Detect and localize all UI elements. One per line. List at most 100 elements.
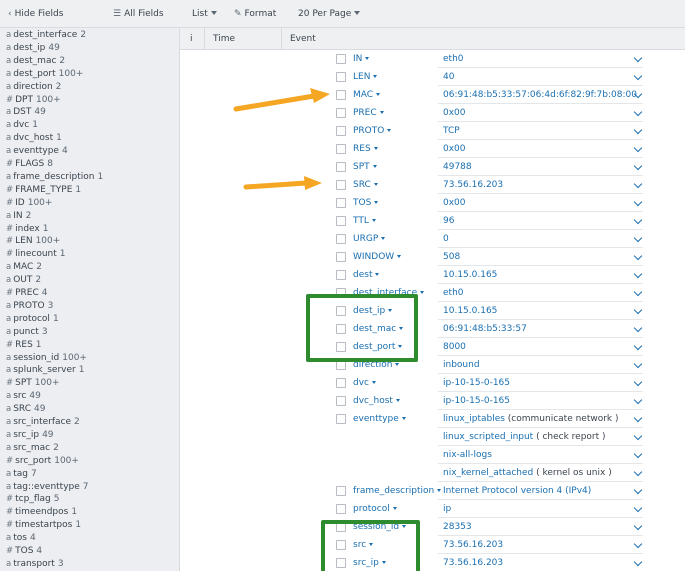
field-value[interactable]: 49788 bbox=[443, 158, 472, 176]
field-select-checkbox[interactable] bbox=[336, 90, 346, 100]
sidebar-field[interactable]: a session_id 100+ bbox=[6, 352, 87, 364]
chevron-down-icon[interactable] bbox=[633, 413, 643, 423]
field-value[interactable]: 8000 bbox=[443, 338, 466, 356]
sidebar-field[interactable]: # DPT 100+ bbox=[6, 94, 61, 106]
field-key-dropdown[interactable]: dvc_host bbox=[353, 392, 400, 410]
field-value[interactable]: ip bbox=[443, 500, 451, 518]
chevron-down-icon[interactable] bbox=[633, 71, 643, 81]
sidebar-field[interactable]: # TOS 4 bbox=[6, 545, 42, 557]
chevron-down-icon[interactable] bbox=[633, 395, 643, 405]
sidebar-field[interactable]: a direction 2 bbox=[6, 81, 61, 93]
field-value[interactable]: 40 bbox=[443, 68, 454, 86]
chevron-down-icon[interactable] bbox=[633, 449, 643, 459]
field-value[interactable]: 508 bbox=[443, 248, 460, 266]
sidebar-field[interactable]: # index 1 bbox=[6, 223, 48, 235]
chevron-down-icon[interactable] bbox=[633, 251, 643, 261]
sidebar-field[interactable]: a PROTO 3 bbox=[6, 300, 53, 312]
field-value[interactable]: eth0 bbox=[443, 50, 464, 68]
sidebar-field[interactable]: a dest_port 100+ bbox=[6, 68, 83, 80]
field-select-checkbox[interactable] bbox=[336, 54, 346, 64]
field-key-dropdown[interactable]: TTL bbox=[353, 212, 376, 230]
sidebar-field[interactable]: # FLAGS 8 bbox=[6, 158, 53, 170]
sidebar-field[interactable]: # PREC 4 bbox=[6, 287, 48, 299]
chevron-down-icon[interactable] bbox=[633, 377, 643, 387]
sidebar-field[interactable]: # timestartpos 1 bbox=[6, 519, 81, 531]
chevron-down-icon[interactable] bbox=[633, 557, 643, 567]
sidebar-field[interactable]: a DST 49 bbox=[6, 106, 46, 118]
field-key-dropdown[interactable]: WINDOW bbox=[353, 248, 402, 266]
field-key-dropdown[interactable]: IN bbox=[353, 50, 370, 68]
chevron-down-icon[interactable] bbox=[633, 521, 643, 531]
field-key-dropdown[interactable]: frame_description bbox=[353, 482, 442, 500]
sidebar-field[interactable]: a dvc 1 bbox=[6, 119, 38, 131]
field-key-dropdown[interactable]: SPT bbox=[353, 158, 377, 176]
hide-fields-button[interactable]: ‹ Hide Fields bbox=[8, 0, 63, 28]
field-key-dropdown[interactable]: LEN bbox=[353, 68, 378, 86]
field-value[interactable]: inbound bbox=[443, 356, 480, 374]
list-view-dropdown[interactable]: List bbox=[192, 0, 217, 28]
sidebar-field[interactable]: a tag 7 bbox=[6, 468, 37, 480]
field-key-dropdown[interactable]: TOS bbox=[353, 194, 379, 212]
sidebar-field[interactable]: # SPT 100+ bbox=[6, 377, 60, 389]
chevron-down-icon[interactable] bbox=[633, 485, 643, 495]
chevron-down-icon[interactable] bbox=[633, 53, 643, 63]
field-select-checkbox[interactable] bbox=[336, 378, 346, 388]
field-key-dropdown[interactable]: dest bbox=[353, 266, 380, 284]
field-select-checkbox[interactable] bbox=[336, 126, 346, 136]
sidebar-field[interactable]: a SRC 49 bbox=[6, 403, 45, 415]
field-key-dropdown[interactable]: protocol bbox=[353, 500, 397, 518]
field-value[interactable]: Internet Protocol version 4 (IPv4) bbox=[443, 482, 591, 500]
field-key-dropdown[interactable]: eventtype bbox=[353, 410, 406, 428]
chevron-down-icon[interactable] bbox=[633, 323, 643, 333]
chevron-down-icon[interactable] bbox=[633, 269, 643, 279]
field-key-dropdown[interactable]: SRC bbox=[353, 176, 378, 194]
field-value[interactable]: nix-all-logs bbox=[443, 446, 492, 464]
sidebar-field[interactable]: # timeendpos 1 bbox=[6, 506, 77, 518]
sidebar-field[interactable]: a dest_ip 49 bbox=[6, 42, 60, 54]
field-select-checkbox[interactable] bbox=[336, 72, 346, 82]
field-value[interactable]: nix_kernel_attached ( kernel os unix ) bbox=[443, 464, 612, 482]
sidebar-field[interactable]: a tag::eventtype 7 bbox=[6, 481, 89, 493]
chevron-down-icon[interactable] bbox=[633, 215, 643, 225]
field-key-dropdown[interactable]: PREC bbox=[353, 104, 384, 122]
sidebar-field[interactable]: # linecount 1 bbox=[6, 248, 66, 260]
sidebar-field[interactable]: a punct 3 bbox=[6, 326, 48, 338]
chevron-down-icon[interactable] bbox=[633, 143, 643, 153]
sidebar-field[interactable]: # src_port 100+ bbox=[6, 455, 79, 467]
field-value[interactable]: linux_scripted_input ( check report ) bbox=[443, 428, 606, 446]
sidebar-field[interactable]: # RES 1 bbox=[6, 339, 42, 351]
chevron-down-icon[interactable] bbox=[633, 125, 643, 135]
field-select-checkbox[interactable] bbox=[336, 108, 346, 118]
chevron-down-icon[interactable] bbox=[633, 539, 643, 549]
field-select-checkbox[interactable] bbox=[336, 180, 346, 190]
chevron-down-icon[interactable] bbox=[633, 431, 643, 441]
sidebar-field[interactable]: a IN 2 bbox=[6, 210, 31, 222]
field-value[interactable]: TCP bbox=[443, 122, 460, 140]
chevron-down-icon[interactable] bbox=[633, 107, 643, 117]
sidebar-field[interactable]: a splunk_server 1 bbox=[6, 364, 84, 376]
field-value[interactable]: linux_iptables (communicate network ) bbox=[443, 410, 619, 428]
field-select-checkbox[interactable] bbox=[336, 414, 346, 424]
chevron-down-icon[interactable] bbox=[633, 161, 643, 171]
chevron-down-icon[interactable] bbox=[633, 179, 643, 189]
field-value[interactable]: 06:91:48:b5:33:57:06:4d:6f:82:9f:7b:08:0… bbox=[443, 86, 637, 104]
field-key-dropdown[interactable]: MAC bbox=[353, 86, 381, 104]
chevron-down-icon[interactable] bbox=[633, 305, 643, 315]
field-value[interactable]: 10.15.0.165 bbox=[443, 302, 497, 320]
sidebar-field[interactable]: a src_mac 2 bbox=[6, 442, 59, 454]
field-select-checkbox[interactable] bbox=[336, 216, 346, 226]
field-value[interactable]: ip-10-15-0-165 bbox=[443, 392, 510, 410]
sidebar-field[interactable]: # tcp_flag 5 bbox=[6, 493, 59, 505]
field-value[interactable]: 06:91:48:b5:33:57 bbox=[443, 320, 527, 338]
sidebar-field[interactable]: a eventtype 4 bbox=[6, 145, 68, 157]
field-select-checkbox[interactable] bbox=[336, 162, 346, 172]
field-value[interactable]: 73.56.16.203 bbox=[443, 554, 503, 571]
field-value[interactable]: 0 bbox=[443, 230, 449, 248]
chevron-down-icon[interactable] bbox=[633, 359, 643, 369]
format-button[interactable]: ✎ Format bbox=[234, 0, 276, 28]
sidebar-field[interactable]: a frame_description 1 bbox=[6, 171, 103, 183]
field-value[interactable]: ip-10-15-0-165 bbox=[443, 374, 510, 392]
field-select-checkbox[interactable] bbox=[336, 198, 346, 208]
field-select-checkbox[interactable] bbox=[336, 486, 346, 496]
chevron-down-icon[interactable] bbox=[633, 503, 643, 513]
